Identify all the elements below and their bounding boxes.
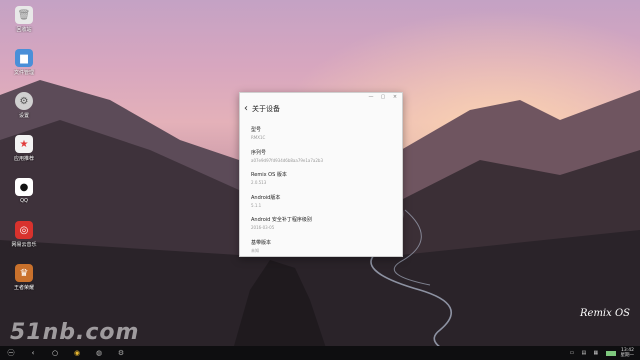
app-icon[interactable]: ◉	[70, 346, 84, 360]
window-header: ‹ 关于设备	[244, 104, 280, 114]
info-row-value: a07e9d97fd934d6b8aa79e1a7a2b3	[251, 157, 323, 163]
desktop-icon-recycle-bin[interactable]: 🗑 回收站	[4, 6, 44, 44]
about-device-window: — ▢ × ‹ 关于设备 型号 RMX1C 序列号 a07e9d97fd934d…	[239, 92, 403, 257]
folder-icon: ▆	[15, 49, 33, 67]
store-icon: ★	[15, 135, 33, 153]
window-controls: — ▢ ×	[368, 95, 398, 100]
trash-icon: 🗑	[15, 6, 33, 24]
desktop-icon-label: QQ	[20, 198, 28, 204]
desktop-icon-label: 设置	[18, 113, 29, 119]
music-icon: ◎	[15, 221, 33, 239]
desktop-icon-label: 应用推荐	[13, 156, 34, 162]
home-icon[interactable]: ○	[48, 346, 62, 360]
back-icon[interactable]: ‹	[26, 346, 40, 360]
start-menu-button[interactable]: ㊀	[4, 346, 18, 360]
info-row-serial[interactable]: 序列号 a07e9d97fd934d6b8aa79e1a7a2b3	[251, 149, 397, 172]
desktop-icon-label: 王者荣耀	[13, 285, 34, 291]
info-row-title: Android 安全补丁程序级别	[251, 217, 312, 223]
info-row-value: 2.0.513	[251, 180, 267, 185]
device-info-list: 型号 RMX1C 序列号 a07e9d97fd934d6b8aa79e1a7a2…	[251, 126, 397, 261]
battery-icon[interactable]	[605, 350, 616, 356]
app-icon[interactable]: ◍	[92, 346, 106, 360]
info-row-value: RMX1C	[251, 135, 266, 140]
gear-icon: ⚙	[15, 92, 33, 110]
remix-os-logo: Remix OS	[580, 308, 630, 319]
screen-icon[interactable]: ▭	[570, 350, 577, 356]
info-row-baseband[interactable]: 基带版本 未知	[251, 239, 397, 262]
taskbar: ㊀ ‹ ○ ◉ ◍ ⚙ ▭ ▤ ▦ 13:42 星期一	[0, 346, 640, 360]
info-row-title: 基带版本	[251, 239, 272, 246]
desktop-icon-label: 文件管理	[13, 70, 34, 76]
clock[interactable]: 13:42 星期一	[621, 348, 635, 358]
qq-icon: ●	[15, 178, 33, 196]
info-row-value: 未知	[251, 247, 259, 253]
desktop-icon-settings[interactable]: ⚙ 设置	[4, 92, 44, 130]
settings-app-icon[interactable]: ⚙	[114, 346, 128, 360]
desktop-icon-honor-of-kings[interactable]: ♛ 王者荣耀	[4, 264, 44, 302]
desktop-icon-qq[interactable]: ● QQ	[4, 178, 44, 216]
minimize-button[interactable]: —	[368, 95, 374, 100]
network-icon[interactable]: ▦	[594, 350, 601, 356]
maximize-button[interactable]: ▢	[380, 95, 386, 100]
watermark: 51nb.com	[10, 320, 140, 345]
desktop-icon-label: 网易云音乐	[11, 242, 37, 248]
game-icon: ♛	[15, 264, 33, 282]
info-row-title: Remix OS 版本	[251, 172, 287, 178]
desktop-icon-label: 回收站	[16, 27, 32, 33]
info-row-security-patch[interactable]: Android 安全补丁程序级别 2016-03-05	[251, 216, 397, 239]
system-tray: ▭ ▤ ▦ 13:42 星期一	[570, 346, 635, 360]
battery-level	[606, 351, 615, 355]
info-row-title: 型号	[251, 127, 262, 133]
notification-icon[interactable]: ▤	[582, 350, 589, 356]
info-row-model[interactable]: 型号 RMX1C	[251, 126, 397, 149]
desktop-icon-netease-music[interactable]: ◎ 网易云音乐	[4, 221, 44, 259]
desktop-icons: 🗑 回收站 ▆ 文件管理 ⚙ 设置 ★ 应用推荐 ● QQ ◎ 网易云音乐 ♛ …	[4, 6, 44, 307]
info-row-remix-version[interactable]: Remix OS 版本 2.0.513	[251, 171, 397, 194]
page-title: 关于设备	[252, 105, 280, 113]
back-arrow-icon[interactable]: ‹	[244, 104, 252, 114]
info-row-android-version[interactable]: Android版本 5.1.1	[251, 194, 397, 217]
info-row-title: 序列号	[251, 149, 267, 156]
info-row-value: 2016-03-05	[251, 225, 275, 230]
desktop-icon-file-manager[interactable]: ▆ 文件管理	[4, 49, 44, 87]
info-row-value: 5.1.1	[251, 202, 262, 208]
clock-date: 星期一	[620, 353, 635, 358]
info-row-title: Android版本	[251, 194, 281, 201]
close-button[interactable]: ×	[392, 95, 398, 100]
desktop-icon-app-store[interactable]: ★ 应用推荐	[4, 135, 44, 173]
